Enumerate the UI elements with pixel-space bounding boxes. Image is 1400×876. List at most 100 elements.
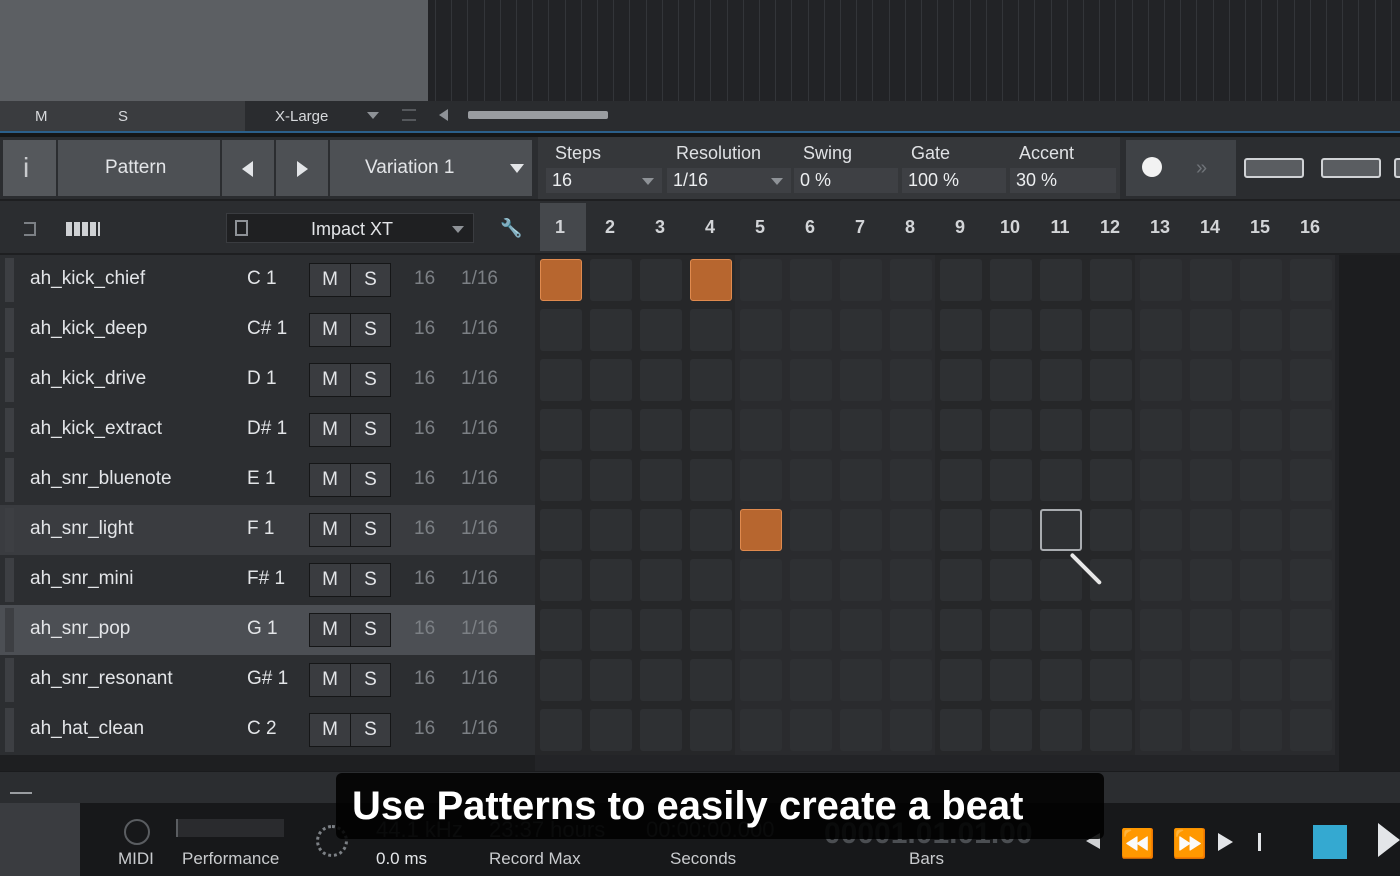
step-cell[interactable] — [790, 509, 832, 551]
step-cell[interactable] — [1190, 359, 1232, 401]
lane-steps[interactable]: 16 — [414, 468, 435, 490]
step-cell[interactable] — [940, 259, 982, 301]
lane-solo-button[interactable]: S — [350, 364, 390, 396]
step-cell[interactable] — [640, 459, 682, 501]
next-variation-button[interactable] — [276, 140, 328, 196]
lane-steps[interactable]: 16 — [414, 618, 435, 640]
grid-view-icon[interactable] — [66, 222, 100, 236]
play-button[interactable] — [1378, 823, 1400, 857]
step-cell[interactable] — [890, 309, 932, 351]
step-cell[interactable] — [1290, 359, 1332, 401]
step-cell[interactable] — [1190, 459, 1232, 501]
step-cell[interactable] — [990, 309, 1032, 351]
instrument-lane[interactable]: ah_kick_chief C 1 M S 16 1/16 — [0, 255, 535, 305]
step-cell[interactable] — [1190, 559, 1232, 601]
lane-solo-button[interactable]: S — [350, 714, 390, 746]
step-cell[interactable] — [640, 659, 682, 701]
step-cell-active[interactable] — [540, 259, 582, 301]
step-cell[interactable] — [790, 659, 832, 701]
step-number[interactable]: 5 — [735, 217, 785, 238]
step-cell[interactable] — [1090, 259, 1132, 301]
instrument-lane[interactable]: ah_snr_light F 1 M S 16 1/16 — [0, 505, 535, 555]
step-cell[interactable] — [1190, 709, 1232, 751]
step-cell[interactable] — [1240, 459, 1282, 501]
step-cell[interactable] — [640, 509, 682, 551]
stop-button[interactable] — [1313, 825, 1347, 859]
step-cell[interactable] — [990, 709, 1032, 751]
step-cell[interactable] — [590, 359, 632, 401]
fast-forward-icon[interactable]: ⏩ — [1172, 827, 1207, 860]
lane-note[interactable]: G# 1 — [247, 668, 288, 690]
step-cell[interactable] — [690, 559, 732, 601]
lane-mute-button[interactable]: M — [310, 314, 350, 346]
return-to-start-icon[interactable] — [1258, 833, 1278, 851]
step-cell[interactable] — [1090, 659, 1132, 701]
step-cell[interactable] — [640, 409, 682, 451]
lane-note[interactable]: D 1 — [247, 368, 277, 390]
lane-solo-button[interactable]: S — [350, 664, 390, 696]
lane-note[interactable]: C# 1 — [247, 318, 287, 340]
lane-mute-button[interactable]: M — [310, 564, 350, 596]
step-number[interactable]: 6 — [785, 217, 835, 238]
prev-variation-button[interactable] — [222, 140, 274, 196]
lane-steps[interactable]: 16 — [414, 518, 435, 540]
step-cell[interactable] — [890, 459, 932, 501]
step-cell[interactable] — [840, 259, 882, 301]
step-cell[interactable] — [740, 659, 782, 701]
step-cell[interactable] — [940, 459, 982, 501]
step-cell[interactable] — [540, 709, 582, 751]
list-icon[interactable] — [402, 109, 416, 121]
step-number[interactable]: 3 — [635, 217, 685, 238]
step-cell[interactable] — [1190, 659, 1232, 701]
step-cell[interactable] — [790, 259, 832, 301]
step-cell[interactable] — [1240, 359, 1282, 401]
step-cell[interactable] — [640, 559, 682, 601]
instrument-lane[interactable]: ah_kick_deep C# 1 M S 16 1/16 — [0, 305, 535, 355]
lane-resolution[interactable]: 1/16 — [461, 468, 498, 490]
lane-note[interactable]: G 1 — [247, 618, 278, 640]
lane-solo-button[interactable]: S — [350, 464, 390, 496]
step-cell[interactable] — [740, 709, 782, 751]
step-cell[interactable] — [790, 409, 832, 451]
step-number[interactable]: 11 — [1035, 217, 1085, 238]
step-number[interactable]: 1 — [535, 217, 585, 238]
lane-resolution[interactable]: 1/16 — [461, 518, 498, 540]
step-cell[interactable] — [740, 359, 782, 401]
lane-solo-button[interactable]: S — [350, 514, 390, 546]
step-cell[interactable] — [1190, 609, 1232, 651]
step-number[interactable]: 7 — [835, 217, 885, 238]
step-cell[interactable] — [1090, 709, 1132, 751]
lane-mute-button[interactable]: M — [310, 714, 350, 746]
step-cell[interactable] — [740, 409, 782, 451]
track-height-select[interactable]: X-Large — [275, 108, 328, 125]
step-cell[interactable] — [590, 309, 632, 351]
step-cell[interactable] — [790, 609, 832, 651]
step-cell[interactable] — [590, 409, 632, 451]
step-cell[interactable] — [890, 709, 932, 751]
horizontal-scrollbar[interactable] — [468, 111, 608, 119]
chevron-down-icon[interactable] — [367, 112, 379, 119]
instrument-lane[interactable]: ah_hat_clean C 2 M S 16 1/16 — [0, 705, 535, 755]
lane-steps[interactable]: 16 — [414, 268, 435, 290]
lane-resolution[interactable]: 1/16 — [461, 568, 498, 590]
step-cell[interactable] — [1290, 559, 1332, 601]
step-cell[interactable] — [890, 659, 932, 701]
lane-steps[interactable]: 16 — [414, 568, 435, 590]
step-number[interactable]: 14 — [1185, 217, 1235, 238]
step-cell[interactable] — [540, 309, 582, 351]
lane-resolution[interactable]: 1/16 — [461, 418, 498, 440]
lane-resolution[interactable]: 1/16 — [461, 318, 498, 340]
step-cell[interactable] — [690, 509, 732, 551]
step-grid[interactable] — [535, 255, 1339, 771]
step-cell[interactable] — [840, 559, 882, 601]
step-cell[interactable] — [590, 509, 632, 551]
lane-solo-button[interactable]: S — [350, 564, 390, 596]
step-cell[interactable] — [890, 259, 932, 301]
step-cell[interactable] — [1290, 409, 1332, 451]
step-cell[interactable] — [690, 459, 732, 501]
instrument-lane[interactable]: ah_kick_drive D 1 M S 16 1/16 — [0, 355, 535, 405]
step-cell[interactable] — [1040, 359, 1082, 401]
step-cell[interactable] — [940, 309, 982, 351]
step-cell[interactable] — [740, 459, 782, 501]
lane-steps[interactable]: 16 — [414, 318, 435, 340]
